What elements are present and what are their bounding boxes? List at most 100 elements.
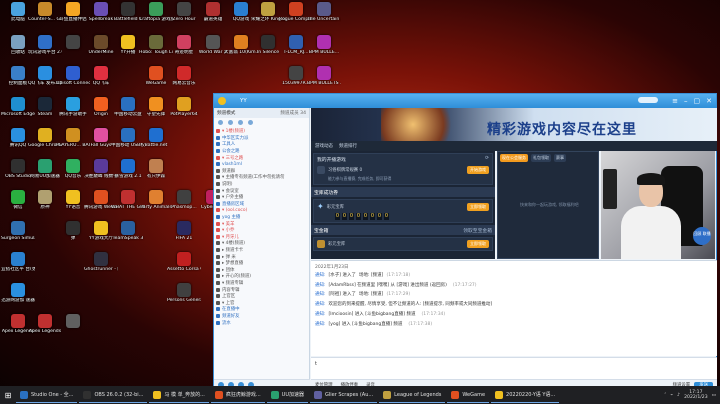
channel-tree-row[interactable]: yog 主播 xyxy=(216,214,307,221)
channel-tree-row[interactable]: 直播房区域 xyxy=(216,201,307,208)
chat-tail: 场地: [频道] xyxy=(358,292,384,298)
windows-start-icon[interactable]: ⊞ xyxy=(0,386,16,404)
channel-members-label[interactable]: 频道成员 34 xyxy=(280,110,306,116)
title-bar[interactable]: YY ≡ – ▢ ✕ xyxy=(214,94,716,108)
guild-tab[interactable]: 现在公会服务 xyxy=(500,154,528,162)
tray-chevron-icon[interactable]: ˄ xyxy=(664,393,666,398)
star-icon[interactable] xyxy=(218,120,223,125)
channel-tree-row[interactable]: ▾ 4楼(频道) xyxy=(216,240,307,247)
start-game-button[interactable]: 开始游戏 xyxy=(467,166,489,174)
tab-channel-rank[interactable]: 频道排行 xyxy=(339,143,357,149)
notification-icon[interactable]: ▭ xyxy=(712,393,716,398)
desktop-icon-label: Ghostrunner - 幽灵行者 xyxy=(84,267,118,272)
game-banner[interactable]: 精彩游戏内容尽在这里 xyxy=(311,108,717,141)
yy-app-window[interactable]: YY ≡ – ▢ ✕ 频道模式 频道成员 34 ▾ 1楼(频道) 中华区实力派 … xyxy=(213,93,717,389)
channel-tree-row[interactable]: 公会之路 xyxy=(216,148,307,155)
channel-tree-row[interactable]: ▾ 户外主播 xyxy=(216,194,307,201)
channel-tree-row[interactable]: ▸ 梦想直播 xyxy=(216,260,307,267)
channel-tree-row[interactable]: 内容专辑 xyxy=(216,286,307,293)
channel-tree-row[interactable]: ▾ 频道专辑 xyxy=(216,280,307,287)
channel-tree-row[interactable]: ▸ 频道卡卡 xyxy=(216,247,307,254)
volume-icon[interactable]: ♪ xyxy=(677,393,680,398)
channel-tree-row[interactable]: ▾ 美羊 xyxy=(216,220,307,227)
taskbar-app-button[interactable]: 20220220-Y语 Y语... xyxy=(491,387,560,403)
channel-tree-row[interactable]: ▾ 会议室 xyxy=(216,187,307,194)
channel-tree-row[interactable]: 中华区实力派 xyxy=(216,135,307,142)
settings-icon[interactable] xyxy=(238,120,243,125)
replay-badge[interactable]: 回顾 联播 xyxy=(693,227,711,245)
taskbar-app-button[interactable]: Studio One - 全... xyxy=(16,387,78,403)
desktop-icon[interactable]: Assetto Corsa Compet... xyxy=(167,252,201,272)
channel-tree-row[interactable]: vlash1ml xyxy=(216,161,307,168)
channel-tree-row[interactable]: 在直播中 xyxy=(216,306,307,313)
channel-tree-row[interactable]: 上官区 xyxy=(216,293,307,300)
channel-tree-row[interactable]: ▸ 弹 米 xyxy=(216,253,307,260)
desktop-icon[interactable]: Ghostrunner - 幽灵行者 xyxy=(84,252,118,272)
desktop-icon[interactable]: FIFA 21 xyxy=(167,221,201,241)
channel-tree-row[interactable]: ▾ 1楼(频道) xyxy=(216,128,307,135)
clock[interactable]: 17:17 2022/1/23 xyxy=(684,390,708,401)
desktop-icon[interactable]: Persons Genera... xyxy=(167,283,201,303)
minimize-icon[interactable]: – xyxy=(684,97,688,105)
taskbar-app-button[interactable]: 疯狂虎鲸游戏... xyxy=(210,387,265,403)
channel-tree-row[interactable]: 说明) xyxy=(216,181,307,188)
refresh-icon[interactable]: ⟳ xyxy=(485,156,489,163)
channel-tree-row[interactable]: 流水 xyxy=(216,319,307,326)
channel-tree-row[interactable]: ▾ 小乔 xyxy=(216,227,307,234)
desktop-icon[interactable]: The Uncertain ... xyxy=(307,2,341,22)
search-icon[interactable] xyxy=(248,120,253,125)
desktop-icon[interactable]: Battle.net xyxy=(139,128,173,148)
desktop-icon[interactable]: BPM BULLE... xyxy=(307,35,341,55)
chat-sender: 通知: xyxy=(315,311,326,317)
claim-vault-button[interactable]: 立即领取 xyxy=(467,202,489,211)
channel-mode-label[interactable]: 频道模式 xyxy=(217,110,235,116)
desktop-icon[interactable]: 有只伊森 xyxy=(139,159,173,179)
channel-tree-row[interactable]: ▾ (ool.coco) xyxy=(216,207,307,214)
channel-tree-row[interactable]: ▾ 上官 xyxy=(216,299,307,306)
guild-tab[interactable]: 赛事 xyxy=(554,154,566,162)
channel-tree-row[interactable]: ▾ 三号之路 xyxy=(216,154,307,161)
taskbar-app-button[interactable]: WeGame xyxy=(447,387,490,403)
channel-tree-label: 频道群 xyxy=(222,168,236,174)
channel-tree-row[interactable]: 频道好友 xyxy=(216,313,307,320)
channel-tree-row[interactable]: ▸ 团体 xyxy=(216,266,307,273)
channel-tree-row[interactable]: ▾ 主播专有频道(工作中勿扰请勿 xyxy=(216,174,307,181)
desktop-icon[interactable]: QQ飞车 xyxy=(84,66,118,86)
channel-tree-row[interactable]: 工具人 xyxy=(216,141,307,148)
taskbar-app-button[interactable]: League of Legends xyxy=(379,387,446,403)
desktop-icon[interactable]: TeamSpeak 3 xyxy=(111,221,145,241)
channel-tree-row[interactable]: ▸ 开心的(频道) xyxy=(216,273,307,280)
channel-tree-row[interactable]: ▾ 月牙儿 xyxy=(216,234,307,241)
desktop-icon[interactable]: PotPlayer64 xyxy=(167,97,201,117)
taskbar-app-button[interactable]: OBS 26.0.2 (32-bi... xyxy=(79,387,148,403)
desktop-icon[interactable]: Surgeon Simulator 2 xyxy=(1,221,35,241)
channel-tree-row[interactable]: 频道群 xyxy=(216,168,307,175)
close-icon[interactable]: ✕ xyxy=(706,97,712,105)
taskbar-app-button[interactable]: UU加速器 xyxy=(266,387,308,403)
claim-gold-button[interactable]: 立即领取 xyxy=(467,240,489,248)
desktop-icon[interactable]: 宜搭社区平 台(更新版) xyxy=(1,252,35,272)
network-icon[interactable]: ⌁ xyxy=(670,393,673,398)
gold-box-link[interactable]: 领取至宝金箱 xyxy=(463,227,492,234)
guild-empty-text: 快来和你一起玩游戏, 领取福利吧 xyxy=(520,202,579,207)
taskbar-app-button[interactable]: Glier Scrapes (Au... xyxy=(310,387,378,403)
desktop-icon[interactable]: 迅游网游加 速器 xyxy=(1,283,35,303)
guild-tab[interactable]: 礼包领取 xyxy=(531,154,551,162)
channel-tree-label: 公会之路 xyxy=(222,149,240,155)
app-icon xyxy=(177,66,191,80)
taskbar-app-button[interactable]: 马 模 单_奔放的... xyxy=(149,387,209,403)
maximize-icon[interactable]: ▢ xyxy=(694,97,701,105)
desktop-icon[interactable]: 网易云音乐 xyxy=(167,66,201,86)
chat-time: (17:17:18) xyxy=(386,273,411,278)
tab-game-news[interactable]: 游戏动态 xyxy=(315,143,333,149)
app-icon xyxy=(94,128,108,142)
menu-icon[interactable]: ≡ xyxy=(672,97,678,105)
share-icon[interactable] xyxy=(228,120,233,125)
desktop-icon[interactable]: BPM BULLETS ... xyxy=(307,66,341,86)
taskbar-app-label: Glier Scrapes (Au... xyxy=(325,391,374,398)
vault-digit: 0 xyxy=(377,213,382,220)
chat-input[interactable]: t xyxy=(311,357,717,379)
desktop-icon[interactable] xyxy=(56,314,90,329)
status-pill[interactable] xyxy=(638,97,659,103)
webcam-overlay: 回顾 联播 xyxy=(601,151,715,259)
